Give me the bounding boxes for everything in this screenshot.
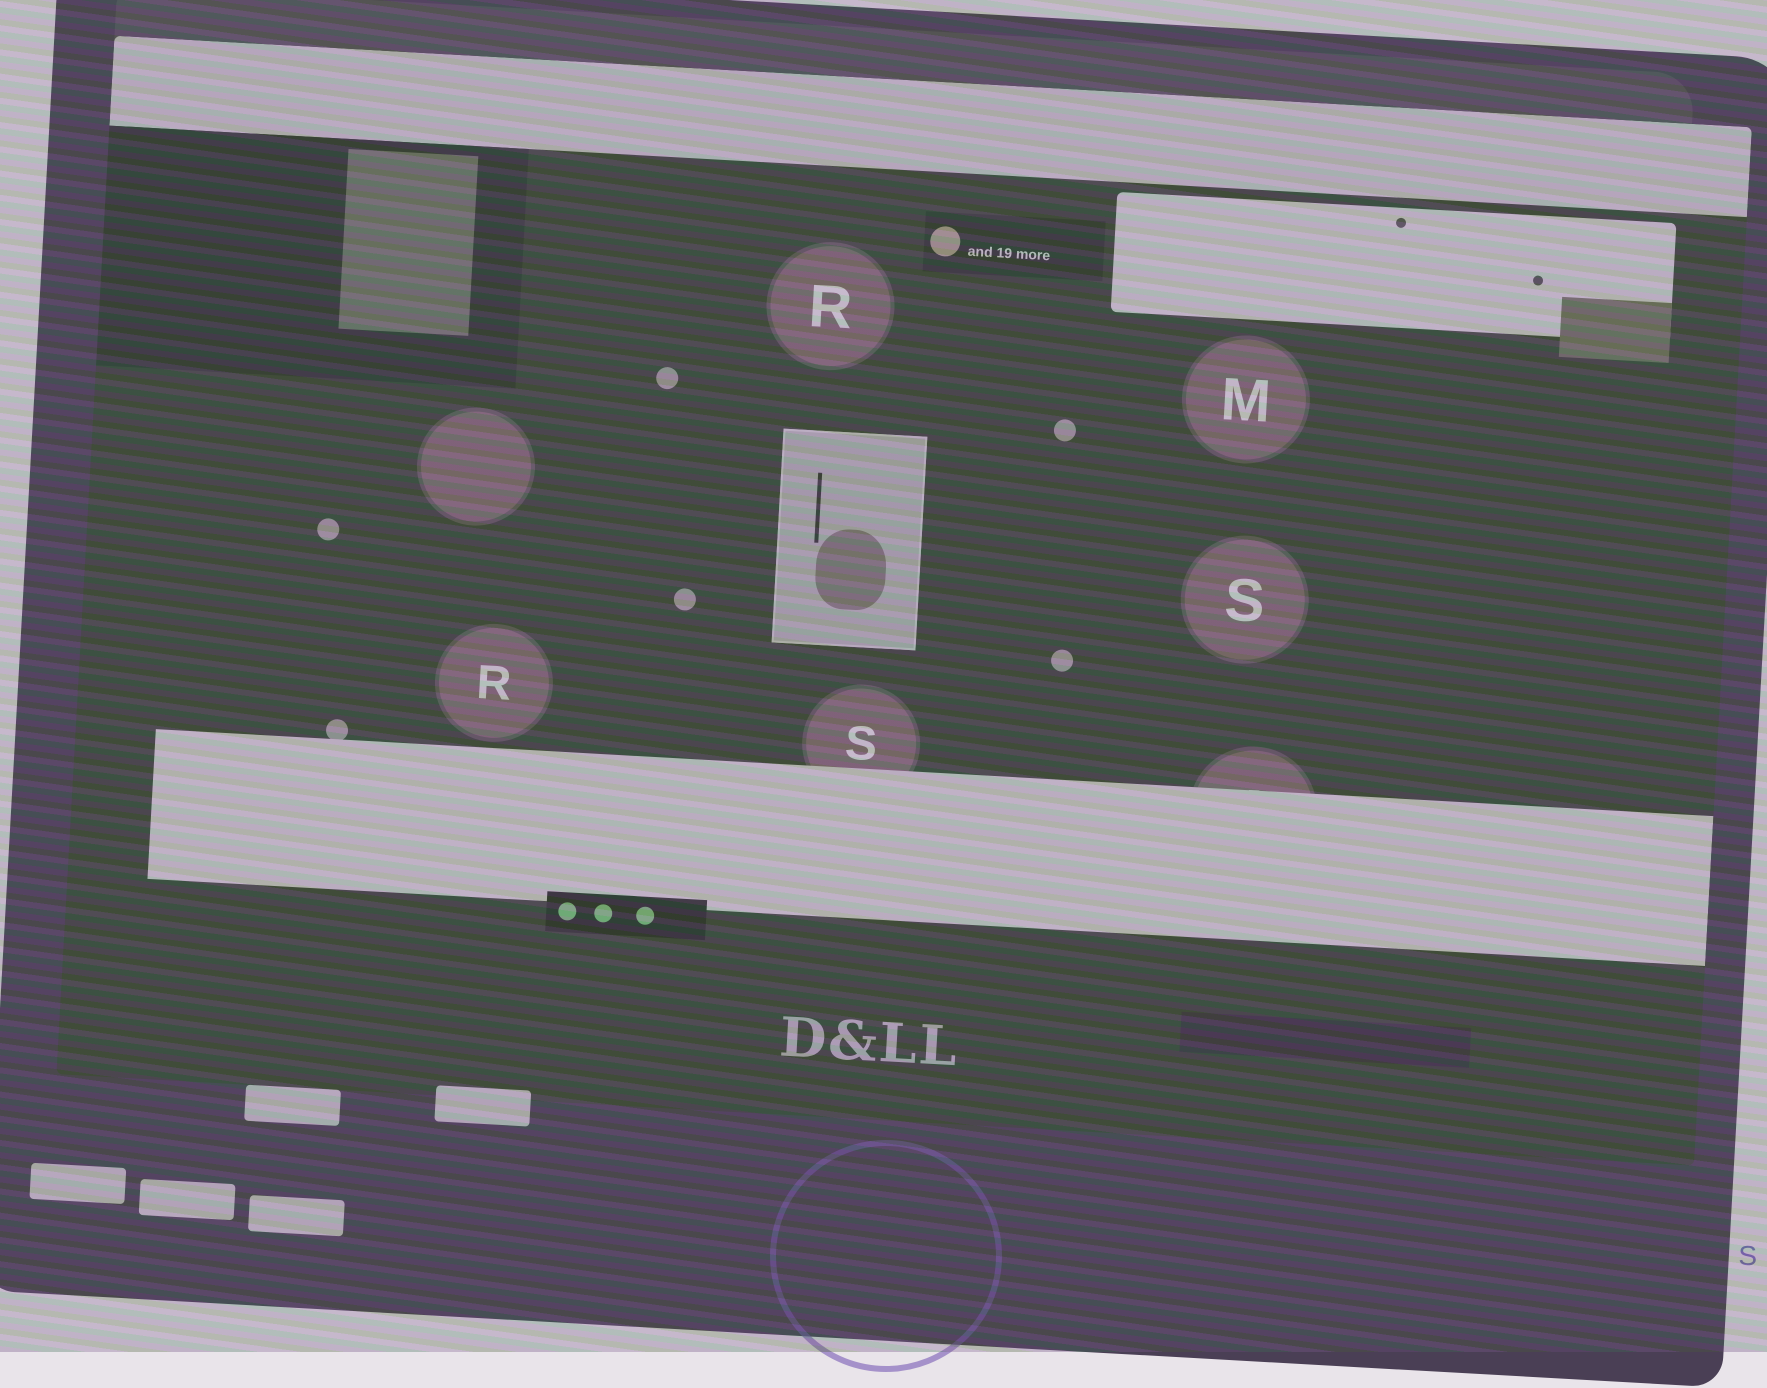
participant-avatar[interactable]: R [767, 242, 894, 370]
participant-avatar[interactable]: R [435, 624, 552, 741]
participant-name [1053, 418, 1082, 443]
status-dot-icon [1532, 275, 1544, 286]
laptop-logo: D&LL [777, 1004, 961, 1079]
stamp-text: S [1738, 1240, 1757, 1271]
participant-video[interactable] [771, 428, 928, 651]
participant-count-label: and 19 more [967, 242, 1051, 264]
participant-name [316, 517, 346, 542]
stamp-seal [770, 1140, 1002, 1372]
keyboard-key [244, 1084, 341, 1126]
avatar [929, 225, 962, 258]
mic-icon [1050, 648, 1074, 673]
microphone-stand [814, 472, 823, 543]
status-dot-icon [1395, 217, 1407, 229]
participant-name [673, 587, 697, 612]
self-view-thumbnail[interactable] [1558, 296, 1672, 363]
mic-icon [1053, 418, 1077, 442]
search-icon[interactable] [557, 901, 577, 921]
participant-name [1050, 648, 1079, 673]
keyboard-key [247, 1195, 345, 1237]
app-icon[interactable] [635, 906, 655, 926]
participant-avatar[interactable]: S [1181, 536, 1309, 663]
video-call-screen: and 19 more R M S R S A [56, 35, 1752, 1166]
participant-name [655, 366, 685, 391]
app-icon[interactable] [593, 903, 613, 923]
taskbar [545, 891, 708, 941]
mic-icon [655, 366, 679, 390]
participant-avatar[interactable] [418, 408, 534, 525]
mic-icon [673, 587, 697, 612]
shared-window-preview [338, 148, 479, 336]
pinned-participant[interactable]: and 19 more [922, 211, 1106, 282]
shared-window-tile [96, 125, 529, 389]
keyboard-key [29, 1162, 127, 1205]
mic-icon [316, 517, 340, 542]
keyboard-key [434, 1085, 532, 1127]
participant-avatar[interactable]: M [1182, 336, 1310, 463]
participant-face [813, 527, 888, 612]
overlay-window [147, 729, 1714, 966]
keyboard-key [138, 1178, 236, 1221]
